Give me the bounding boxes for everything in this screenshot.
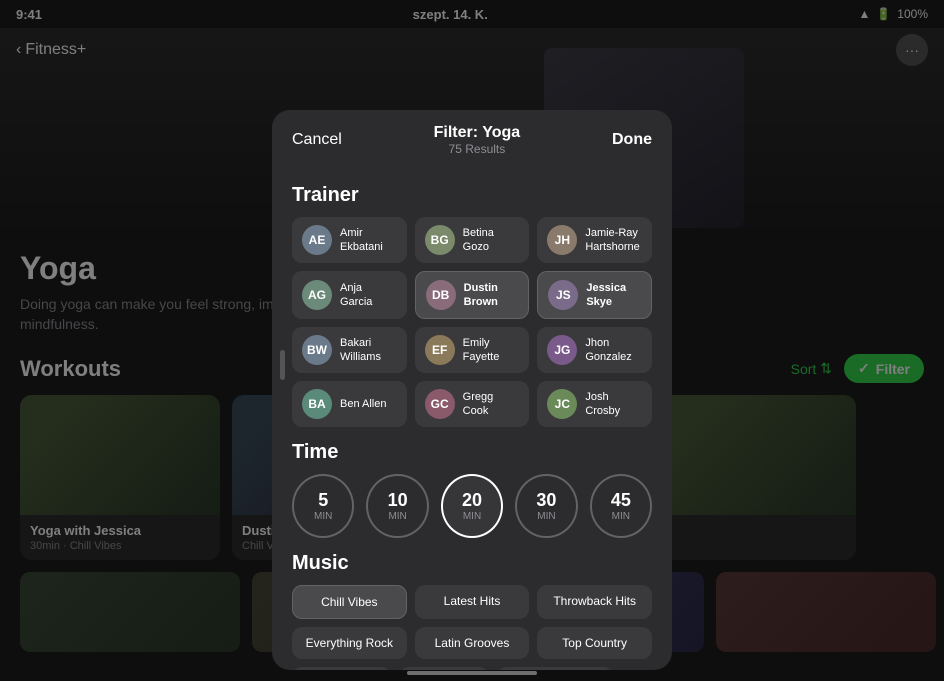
trainer-item-betina[interactable]: BG Betina Gozo — [415, 217, 530, 263]
time-section-heading: Time — [292, 441, 652, 464]
trainer-avatar: JS — [548, 280, 578, 310]
time-dial-10[interactable]: 10 MIN — [366, 474, 428, 538]
trainer-avatar: BW — [302, 335, 332, 365]
music-section-heading: Music — [292, 552, 652, 575]
trainer-item-jessica[interactable]: JS Jessica Skye — [537, 271, 652, 319]
trainer-avatar: BA — [302, 389, 332, 419]
filter-modal: Cancel Filter: Yoga 75 Results Done Trai… — [272, 110, 672, 670]
trainer-avatar: JG — [547, 335, 577, 365]
time-unit: MIN — [612, 511, 630, 522]
trainer-item-amir[interactable]: AE Amir Ekbatani — [292, 217, 407, 263]
trainer-item-emily[interactable]: EF Emily Fayette — [415, 327, 530, 373]
time-dial-45[interactable]: 45 MIN — [590, 474, 652, 538]
trainer-item-josh[interactable]: JC Josh Crosby — [537, 381, 652, 427]
time-unit: MIN — [537, 511, 555, 522]
music-chip-hiphop[interactable]: Hip Hop/R&B — [292, 667, 391, 670]
trainer-name: Dustin Brown — [464, 281, 519, 310]
cancel-button[interactable]: Cancel — [292, 131, 342, 149]
music-chip-country[interactable]: Top Country — [537, 627, 652, 659]
time-value: 30 — [536, 490, 556, 511]
trainer-avatar: BG — [425, 225, 455, 255]
time-row: 5 MIN 10 MIN 20 MIN 30 MIN 45 MIN — [292, 474, 652, 538]
modal-header: Cancel Filter: Yoga 75 Results Done — [272, 110, 672, 160]
trainer-avatar: EF — [425, 335, 455, 365]
trainer-name: Bakari Williams — [340, 336, 397, 365]
trainer-avatar: DB — [426, 280, 456, 310]
trainer-section-heading: Trainer — [292, 184, 652, 207]
music-chip-purefocus[interactable]: Pure Focus — [399, 667, 488, 670]
trainer-grid: AE Amir Ekbatani BG Betina Gozo JH Jamie… — [292, 217, 652, 427]
trainer-item-ben[interactable]: BA Ben Allen — [292, 381, 407, 427]
time-value: 5 — [318, 490, 328, 511]
trainer-name: Emily Fayette — [463, 336, 520, 365]
time-unit: MIN — [463, 511, 481, 522]
trainer-avatar: AE — [302, 225, 332, 255]
music-chip-latesthits[interactable]: Latest Hits — [415, 585, 530, 619]
modal-overlay: Cancel Filter: Yoga 75 Results Done Trai… — [0, 0, 944, 681]
trainer-item-jhon[interactable]: JG Jhon Gonzalez — [537, 327, 652, 373]
music-chip-chillvibes[interactable]: Chill Vibes — [292, 585, 407, 619]
time-dial-20[interactable]: 20 MIN — [441, 474, 503, 538]
trainer-avatar: JC — [547, 389, 577, 419]
time-value: 20 — [462, 490, 482, 511]
trainer-name: Amir Ekbatani — [340, 226, 397, 255]
time-unit: MIN — [314, 511, 332, 522]
trainer-name: Jhon Gonzalez — [585, 336, 642, 365]
done-button[interactable]: Done — [612, 131, 652, 149]
time-value: 45 — [611, 490, 631, 511]
trainer-avatar: GC — [425, 389, 455, 419]
modal-title: Filter: Yoga — [434, 124, 521, 142]
scroll-indicator — [280, 350, 285, 380]
trainer-name: Ben Allen — [340, 397, 386, 411]
music-chip-rock[interactable]: Everything Rock — [292, 627, 407, 659]
trainer-item-dustin[interactable]: DB Dustin Brown — [415, 271, 530, 319]
trainer-name: Jessica Skye — [586, 281, 641, 310]
modal-title-area: Filter: Yoga 75 Results — [434, 124, 521, 156]
partial-music-row: Hip Hop/R&B Pure Focus Upbeat Anthems — [292, 667, 652, 670]
music-grid: Chill Vibes Latest Hits Throwback Hits E… — [292, 585, 652, 659]
trainer-name: Betina Gozo — [463, 226, 520, 255]
trainer-name: Josh Crosby — [585, 390, 642, 419]
time-unit: MIN — [388, 511, 406, 522]
trainer-item-jamie[interactable]: JH Jamie-Ray Hartshorne — [537, 217, 652, 263]
trainer-avatar: AG — [302, 280, 332, 310]
trainer-name: Gregg Cook — [463, 390, 520, 419]
modal-results: 75 Results — [434, 142, 521, 156]
home-indicator — [407, 671, 537, 675]
time-dial-5[interactable]: 5 MIN — [292, 474, 354, 538]
modal-body: Trainer AE Amir Ekbatani BG Betina Gozo … — [272, 160, 672, 670]
trainer-item-bakari[interactable]: BW Bakari Williams — [292, 327, 407, 373]
music-chip-upbeat[interactable]: Upbeat Anthems — [497, 667, 614, 670]
time-dial-30[interactable]: 30 MIN — [515, 474, 577, 538]
trainer-item-anja[interactable]: AG Anja Garcia — [292, 271, 407, 319]
trainer-item-gregg[interactable]: GC Gregg Cook — [415, 381, 530, 427]
music-chip-latin[interactable]: Latin Grooves — [415, 627, 530, 659]
trainer-name: Anja Garcia — [340, 281, 397, 310]
time-value: 10 — [388, 490, 408, 511]
music-chip-throwback[interactable]: Throwback Hits — [537, 585, 652, 619]
trainer-name: Jamie-Ray Hartshorne — [585, 226, 642, 255]
trainer-avatar: JH — [547, 225, 577, 255]
